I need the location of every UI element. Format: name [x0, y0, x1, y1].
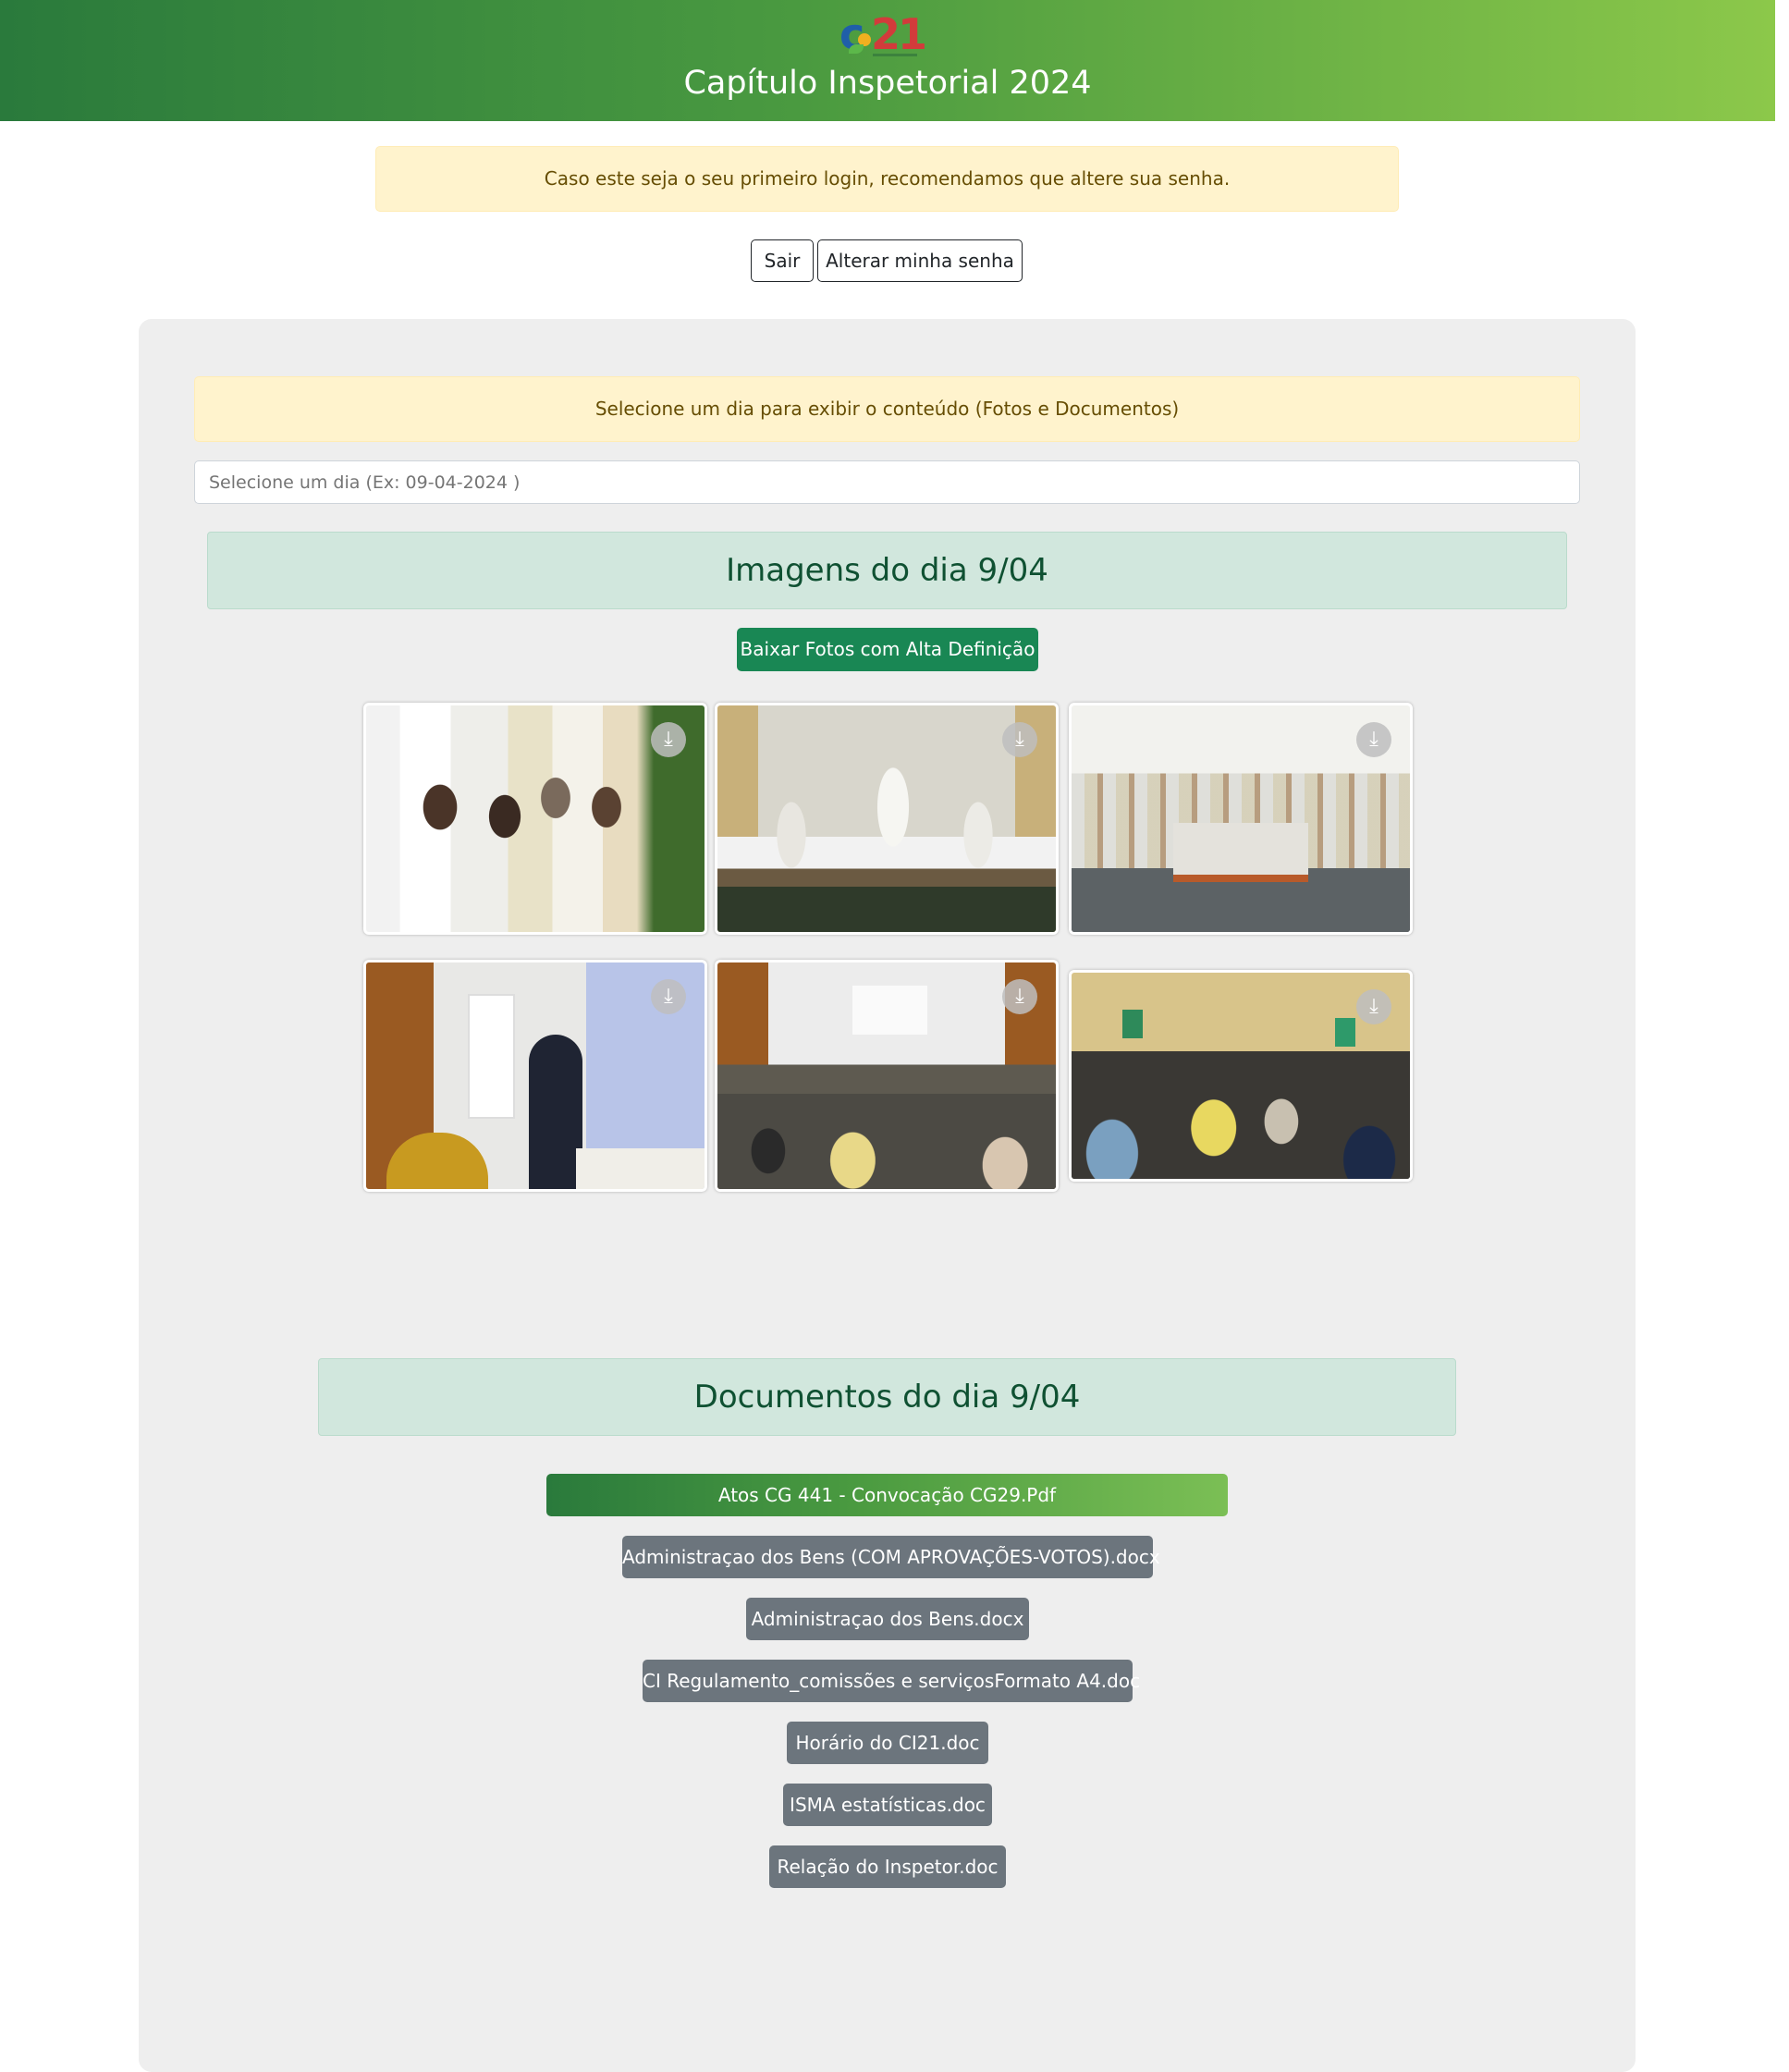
photo-audience [717, 1094, 1056, 1189]
photo-thumbnail[interactable]: ⤓ [363, 960, 707, 1192]
photo-thumbnail[interactable]: ⤓ [1069, 703, 1413, 935]
change-password-button[interactable]: Alterar minha senha [817, 239, 1023, 282]
photo-green-card [1121, 1010, 1143, 1039]
first-login-alert: Caso este seja o seu primeiro login, rec… [375, 146, 1399, 212]
logo-subline [873, 54, 917, 56]
document-link[interactable]: CI Regulamento_comissões e serviçosForma… [643, 1660, 1140, 1702]
photo-thumbnail[interactable]: ⤓ [715, 703, 1059, 935]
photo-table [575, 1147, 705, 1189]
download-icon[interactable]: ⤓ [651, 722, 686, 757]
download-icon[interactable]: ⤓ [1002, 979, 1037, 1014]
logo-number: 21 [871, 9, 927, 59]
document-link[interactable]: Administraçao dos Bens (COM APROVAÇÕES-V… [622, 1536, 1160, 1578]
photo-green-card [1335, 1018, 1356, 1048]
download-icon[interactable]: ⤓ [651, 979, 686, 1014]
photo-speaker [528, 1035, 583, 1189]
download-icon[interactable]: ⤓ [1002, 722, 1037, 757]
photo-audience [1072, 1050, 1410, 1179]
document-link[interactable]: Relação do Inspetor.doc [769, 1845, 1006, 1888]
ci21-logo: c 21 [838, 7, 927, 59]
site-header: c 21 Capítulo Inspetorial 2024 [0, 0, 1775, 121]
content-panel: Selecione um dia para exibir o conteúdo … [139, 319, 1636, 2072]
download-hd-photos-button[interactable]: Baixar Fotos com Alta Definição [737, 628, 1038, 671]
document-link[interactable]: Horário do CI21.doc [787, 1722, 988, 1764]
photo-screen [852, 985, 927, 1036]
document-link[interactable]: ISMA estatísticas.doc [783, 1784, 992, 1826]
page-title: Capítulo Inspetorial 2024 [683, 65, 1092, 102]
select-day-alert: Selecione um dia para exibir o conteúdo … [194, 376, 1580, 442]
photo-thumbnail[interactable]: ⤓ [363, 703, 707, 935]
photo-table [1172, 823, 1309, 883]
documents-heading: Documentos do dia 9/04 [318, 1358, 1456, 1436]
document-link[interactable]: Atos CG 441 - Convocação CG29.Pdf [546, 1474, 1228, 1516]
photo-banner [467, 994, 516, 1120]
download-icon[interactable]: ⤓ [1356, 722, 1391, 757]
photo-thumbnail[interactable]: ⤓ [1069, 970, 1413, 1182]
logo-leaf [849, 44, 864, 54]
download-icon[interactable]: ⤓ [1356, 989, 1391, 1024]
photo-thumbnail[interactable]: ⤓ [715, 960, 1059, 1192]
logout-button[interactable]: Sair [751, 239, 814, 282]
document-link[interactable]: Administraçao dos Bens.docx [746, 1598, 1029, 1640]
date-select-input[interactable] [194, 460, 1580, 504]
images-heading: Imagens do dia 9/04 [207, 532, 1567, 609]
